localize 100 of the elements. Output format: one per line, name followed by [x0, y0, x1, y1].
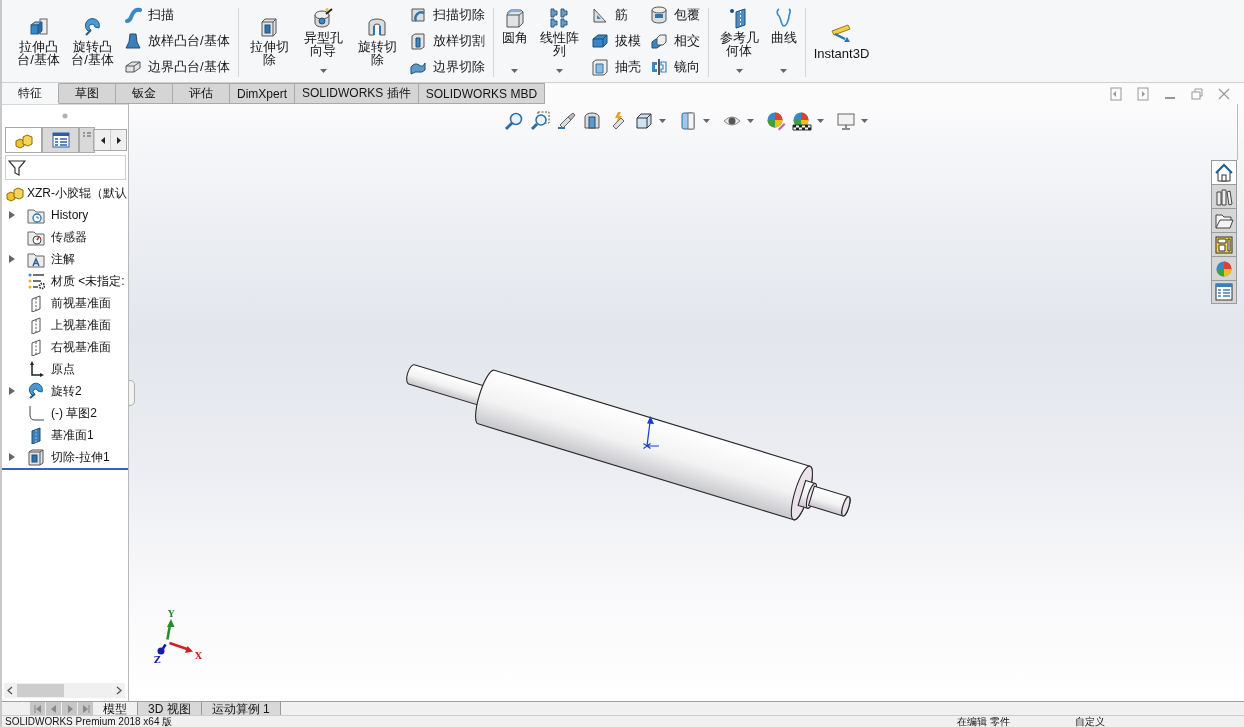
- tree-item[interactable]: 切除-拉伸1: [2, 446, 128, 468]
- toolbar-button[interactable]: 异型孔向导: [297, 0, 349, 82]
- s-tube-icon: [124, 6, 142, 24]
- toolbar-button[interactable]: 旋转凸台/基体: [67, 0, 118, 82]
- caret-icon[interactable]: [659, 119, 666, 123]
- tree-item[interactable]: XZR-小胶辊（默认: [2, 182, 128, 204]
- ribbon-tab[interactable]: DimXpert: [230, 83, 295, 104]
- tree-item[interactable]: 材质 <未指定:: [2, 270, 128, 292]
- sketch-curve-icon: [27, 404, 45, 422]
- toolbar-button[interactable]: 扫描: [121, 2, 233, 28]
- toolbar-button[interactable]: 边界凸台/基体: [121, 54, 233, 80]
- toolbar-button[interactable]: 抽壳: [587, 54, 644, 80]
- toolbar-button[interactable]: 包覆: [646, 2, 703, 28]
- toolbar-button[interactable]: 参考几何体: [713, 0, 765, 82]
- model-tab[interactable]: 3D 视图: [138, 702, 202, 715]
- list-gear-icon: [27, 272, 45, 290]
- hollow-box-icon: [27, 448, 45, 466]
- toolbar-button[interactable]: 相交: [646, 28, 703, 54]
- expand-arrow-icon[interactable]: [9, 255, 15, 263]
- tree-item[interactable]: 传感器: [2, 226, 128, 248]
- toolbar-button[interactable]: 拉伸凸台/基体: [13, 0, 64, 82]
- magnifier-icon[interactable]: [504, 111, 524, 131]
- caret-icon: [780, 69, 788, 73]
- ribbon-tab[interactable]: 评估: [173, 83, 230, 104]
- task-pane-tab[interactable]: [1211, 208, 1237, 232]
- skip-start-icon: [33, 704, 42, 713]
- toolbar-button[interactable]: 圆角: [498, 0, 531, 82]
- task-pane-tab[interactable]: [1211, 280, 1237, 304]
- cylinder-icon: [649, 6, 668, 24]
- caret-icon[interactable]: [747, 119, 754, 123]
- status-text: 自定义: [1075, 716, 1106, 727]
- tree-item[interactable]: 上视基准面: [2, 314, 128, 336]
- magnifier-frame-icon[interactable]: [530, 111, 550, 131]
- tree-item[interactable]: 原点: [2, 358, 128, 380]
- tree-item[interactable]: History: [2, 204, 128, 226]
- shaded-box-icon[interactable]: [678, 111, 698, 131]
- color-ball-checker-icon[interactable]: [792, 111, 812, 131]
- list-window-icon: [1214, 282, 1234, 302]
- tile-right-icon[interactable]: [1136, 86, 1150, 101]
- caret-icon[interactable]: [861, 119, 868, 123]
- toolbar-button[interactable]: 放样切割: [405, 28, 488, 54]
- status-text: SOLIDWORKS Premium 2018 x64 版: [5, 716, 174, 727]
- tree-item[interactable]: (-) 草图2: [2, 402, 128, 424]
- folder-gauge-icon: [27, 228, 45, 246]
- toolbar-button[interactable]: 旋转切除: [351, 0, 403, 82]
- task-pane-tab[interactable]: [1211, 160, 1237, 184]
- tree-item[interactable]: 旋转2: [2, 380, 128, 402]
- sectioned-cylinder-icon[interactable]: [582, 111, 602, 131]
- chevron-left-icon[interactable]: [7, 686, 13, 695]
- tile-left-icon[interactable]: [1109, 86, 1123, 101]
- color-ball-pencil-icon[interactable]: [766, 111, 786, 131]
- task-pane-tab[interactable]: [1211, 256, 1237, 280]
- ribbon-tab[interactable]: 钣金: [116, 83, 173, 104]
- panel-tab[interactable]: [5, 127, 42, 153]
- scrollbar-track[interactable]: [4, 683, 125, 698]
- tree-item[interactable]: 前视基准面: [2, 292, 128, 314]
- expand-arrow-icon[interactable]: [9, 387, 15, 395]
- scrollbar-thumb[interactable]: [17, 684, 64, 697]
- task-pane-tab[interactable]: [1211, 184, 1237, 208]
- tree-item[interactable]: 注解: [2, 248, 128, 270]
- chevron-right-icon[interactable]: [116, 686, 122, 695]
- folder-letter-icon: [27, 250, 45, 268]
- blocks-icon: [6, 184, 24, 202]
- toolbar-button[interactable]: 拔模: [587, 28, 644, 54]
- toolbar-button[interactable]: Instant3D: [810, 0, 873, 82]
- pattern-grid-icon: [548, 7, 571, 29]
- monitor-icon[interactable]: [836, 111, 856, 131]
- grip-dot-icon[interactable]: [62, 113, 68, 119]
- toolbar-button[interactable]: 扫描切除: [405, 2, 488, 28]
- model-tab[interactable]: 运动算例 1: [201, 702, 281, 715]
- expand-arrow-icon[interactable]: [9, 453, 15, 461]
- expand-arrow-icon[interactable]: [9, 211, 15, 219]
- ribbon-tab[interactable]: 特征: [2, 83, 59, 104]
- toolbar-button[interactable]: 镜向: [646, 54, 703, 80]
- ribbon-tab[interactable]: 草图: [59, 83, 116, 104]
- mirror-bars-icon: [649, 58, 668, 76]
- toolbar-button[interactable]: 边界切除: [405, 54, 488, 80]
- cube-slab-icon: [27, 16, 50, 38]
- caret-icon[interactable]: [817, 119, 824, 123]
- tree-item[interactable]: 右视基准面: [2, 336, 128, 358]
- shell-box-icon: [590, 58, 609, 76]
- pen-icon[interactable]: [556, 111, 576, 131]
- filter-field[interactable]: [5, 155, 126, 180]
- toolbar-button[interactable]: 线性阵列: [533, 0, 585, 82]
- close-icon[interactable]: [1217, 86, 1231, 101]
- toolbar-button[interactable]: 放样凸台/基体: [121, 28, 233, 54]
- ribbon-tab[interactable]: SOLIDWORKS 插件: [295, 83, 419, 104]
- toolbar-button[interactable]: 拉伸切除: [243, 0, 295, 82]
- panel-tab[interactable]: [42, 127, 79, 153]
- wire-cube-icon[interactable]: [634, 111, 654, 131]
- triangle-right-icon: [116, 136, 121, 144]
- toolbar-button[interactable]: 筋: [587, 2, 644, 28]
- ribbon-tab[interactable]: SOLIDWORKS MBD: [418, 83, 546, 104]
- task-pane-tab[interactable]: [1211, 232, 1237, 256]
- splitter-handle[interactable]: [129, 380, 135, 406]
- caret-icon[interactable]: [703, 119, 710, 123]
- folder-clock-icon: [27, 206, 45, 224]
- toolbar-button[interactable]: 曲线: [767, 0, 800, 82]
- tree-item[interactable]: 基准面1: [2, 424, 128, 446]
- triangle-right-icon: [65, 704, 74, 713]
